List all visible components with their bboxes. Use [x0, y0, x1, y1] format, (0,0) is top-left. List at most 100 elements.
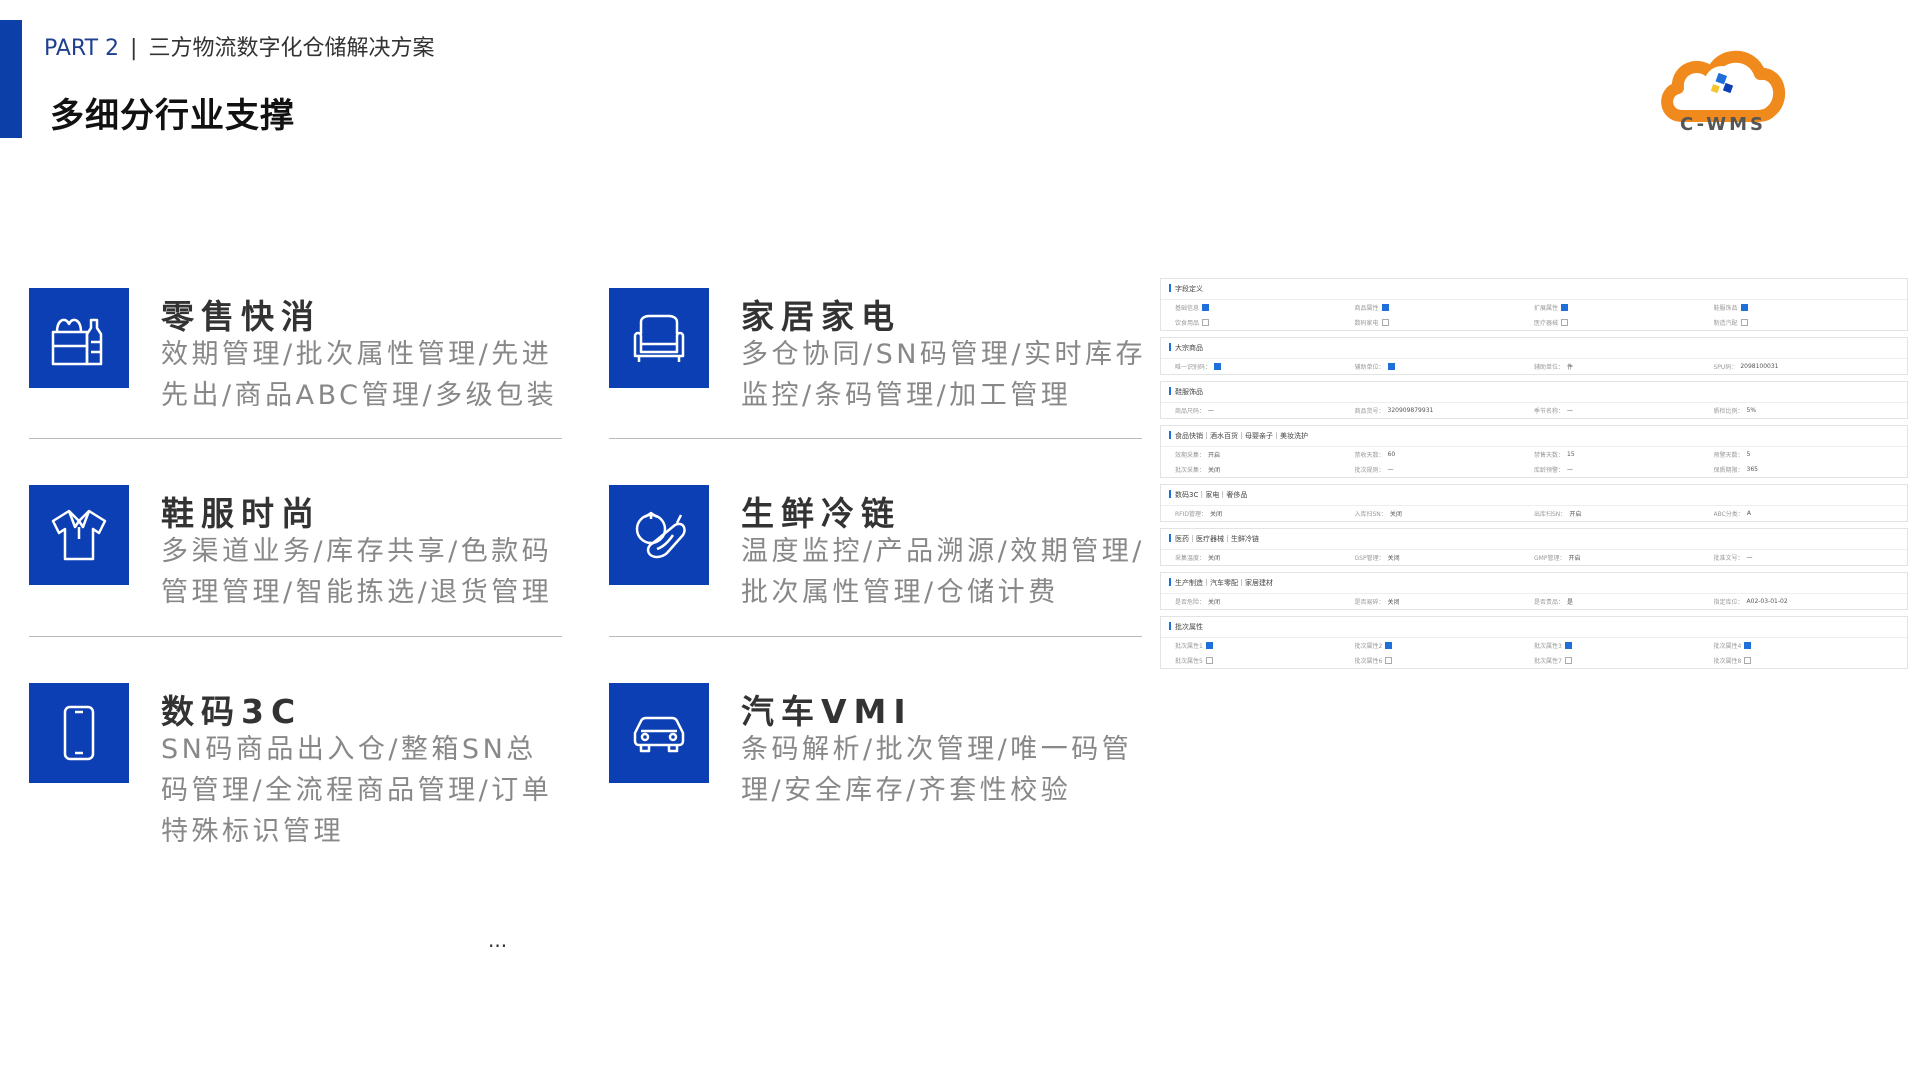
- form-field: 批次属性3: [1534, 641, 1714, 650]
- form-field: 批次属性4: [1714, 641, 1894, 650]
- checkbox[interactable]: [1202, 319, 1210, 326]
- form-field-value: 开启: [1569, 511, 1582, 518]
- form-field-label: 商品尺码：: [1175, 408, 1206, 415]
- form-row: 商品尺码： — 商品货号： 320909879931 季节名称： — 质检比例： 5%: [1161, 403, 1907, 418]
- form-field-label: 禁售天数：: [1534, 452, 1565, 459]
- form-section-title: 医药｜医疗器械｜生鲜冷链: [1161, 529, 1907, 550]
- form-field-value: 是: [1567, 599, 1574, 606]
- form-field-label: 预警天数：: [1713, 452, 1744, 459]
- form-field: RFID管理： 关闭: [1175, 509, 1355, 518]
- form-field: SPU码： 2098100031: [1714, 362, 1894, 371]
- form-field: 批次属性2: [1355, 641, 1535, 650]
- checkbox[interactable]: [1205, 642, 1213, 649]
- checkbox[interactable]: [1564, 642, 1572, 649]
- form-field-value: 关闭: [1208, 467, 1221, 474]
- form-field-value: 320909879931: [1387, 407, 1434, 414]
- checkbox[interactable]: [1385, 642, 1393, 649]
- form-field: 批次属性5: [1175, 656, 1355, 665]
- form-section-title: 大宗商品: [1161, 338, 1907, 359]
- form-field: 商品尺码： —: [1175, 406, 1355, 415]
- form-field-label: 是否贵品：: [1534, 599, 1565, 606]
- smartphone-icon: [29, 683, 129, 783]
- checkbox[interactable]: [1202, 304, 1210, 311]
- form-section: 鞋服饰品 商品尺码： — 商品货号： 320909879931 季节名称： — 质检比例： 5%: [1160, 381, 1908, 419]
- form-section: 数码3C｜家电｜奢侈品 RFID管理： 关闭 入库扫SN： 关闭 出库扫SN： 开启 ABC分…: [1160, 484, 1908, 522]
- checkbox[interactable]: [1381, 319, 1389, 326]
- industry-home-appliance: 家居家电 多仓协同/SN码管理/实时库存监控/条码管理/加工管理: [609, 288, 1149, 428]
- form-field-label: 出库扫SN：: [1534, 511, 1567, 518]
- form-field: 商品属性: [1355, 303, 1535, 312]
- form-field-value: 5%: [1746, 407, 1757, 414]
- form-field-label: 批次属性4: [1713, 643, 1742, 650]
- form-field: 批准文号： —: [1714, 553, 1894, 562]
- form-field: 批次属性6: [1355, 656, 1535, 665]
- form-field-value: 365: [1746, 466, 1758, 473]
- form-field-label: 批次属性2: [1354, 643, 1383, 650]
- form-field: 饮食用品: [1175, 318, 1355, 327]
- form-field: 批次规则： —: [1355, 465, 1535, 474]
- industry-apparel: 鞋服时尚 多渠道业务/库存共享/色款码管理管理/智能拣选/退货管理: [29, 485, 569, 625]
- form-field: 出库扫SN： 开启: [1534, 509, 1714, 518]
- form-field-label: 扩展属性: [1534, 305, 1559, 312]
- checkbox[interactable]: [1561, 319, 1569, 326]
- divider: [29, 636, 562, 637]
- industry-description: SN码商品出入仓/整箱SN总码管理/全流程商品管理/订单特殊标识管理: [161, 734, 553, 847]
- checkbox[interactable]: [1387, 363, 1395, 370]
- form-field-label: 入库扫SN：: [1354, 511, 1387, 518]
- checkbox[interactable]: [1561, 304, 1569, 311]
- form-field-label: 批次采集：: [1175, 467, 1206, 474]
- form-field-value: 关闭: [1208, 599, 1221, 606]
- form-field: 是否危险： 关闭: [1175, 597, 1355, 606]
- checkbox[interactable]: [1214, 363, 1222, 370]
- form-field-label: ABC分类：: [1713, 511, 1744, 518]
- form-field-value: 15: [1567, 451, 1575, 458]
- form-field-value: 开启: [1208, 452, 1221, 459]
- form-field: 商品货号： 320909879931: [1355, 406, 1535, 415]
- form-field: 数码家电: [1355, 318, 1535, 327]
- form-field: GSP管理： 关闭: [1355, 553, 1535, 562]
- form-field-value: —: [1746, 554, 1753, 561]
- form-field-label: 辅助单位：: [1354, 364, 1385, 371]
- checkbox[interactable]: [1385, 657, 1393, 664]
- form-row: 批次属性5 批次属性6 批次属性7 批次属性8: [1161, 653, 1907, 668]
- form-field: 采集温度： 关闭: [1175, 553, 1355, 562]
- form-field-label: 禁收天数：: [1354, 452, 1385, 459]
- checkbox[interactable]: [1205, 657, 1213, 664]
- industry-title: 数码3C: [161, 692, 303, 731]
- checkbox[interactable]: [1381, 304, 1389, 311]
- form-field-label: 辅助单位：: [1534, 364, 1565, 371]
- divider: [29, 438, 562, 439]
- checkbox[interactable]: [1740, 304, 1748, 311]
- industry-digital-3c: 数码3C SN码商品出入仓/整箱SN总码管理/全流程商品管理/订单特殊标识管理: [29, 683, 569, 847]
- industry-title: 汽车VMI: [741, 692, 913, 731]
- form-field-label: 季节名称：: [1534, 408, 1565, 415]
- industry-title: 鞋服时尚: [161, 494, 321, 533]
- form-field-value: 关闭: [1210, 511, 1223, 518]
- form-field-label: 批次属性3: [1534, 643, 1562, 650]
- form-field-label: SPU码：: [1713, 364, 1738, 371]
- form-field-label: 批次规则：: [1354, 467, 1385, 474]
- form-section-title: 鞋服饰品: [1161, 382, 1907, 403]
- form-section: 生产制造｜汽车零配｜家居建材 是否危险： 关闭 是否易碎： 关闭 是否贵品：是指定库位： A…: [1160, 572, 1908, 610]
- form-row: RFID管理： 关闭 入库扫SN： 关闭 出库扫SN： 开启 ABC分类： A: [1161, 506, 1907, 521]
- part-subtitle: 三方物流数字化仓储解决方案: [148, 36, 435, 61]
- shirt-icon: [29, 485, 129, 585]
- checkbox[interactable]: [1564, 657, 1572, 664]
- checkbox[interactable]: [1744, 657, 1752, 664]
- form-field: 库龄预警： —: [1534, 465, 1714, 474]
- industry-description: 效期管理/批次属性管理/先进先出/商品ABC管理/多级包装: [161, 339, 558, 411]
- form-row: 基础信息 商品属性 扩展属性 鞋服饰品: [1161, 300, 1907, 315]
- form-field: 指定库位： A02-03-01-02: [1714, 597, 1894, 606]
- form-field-value: 关闭: [1387, 555, 1400, 562]
- checkbox[interactable]: [1740, 319, 1748, 326]
- form-section: 大宗商品 唯一识别码： 辅助单位： 辅助单位：件 SPU码： 2098100031: [1160, 337, 1908, 375]
- form-row: 批次采集： 关闭 批次规则： — 库龄预警： — 保质期限： 365: [1161, 462, 1907, 477]
- checkbox[interactable]: [1744, 642, 1752, 649]
- industry-description: 条码解析/批次管理/唯一码管理/安全库存/齐套性校验: [741, 734, 1133, 806]
- form-field: 入库扫SN： 关闭: [1355, 509, 1535, 518]
- part-separator: |: [130, 36, 138, 61]
- form-field: 批次属性7: [1534, 656, 1714, 665]
- form-row: 效期采集： 开启 禁收天数： 60 禁售天数： 15 预警天数： 5: [1161, 447, 1907, 462]
- form-field-label: 批次属性5: [1175, 658, 1203, 665]
- form-field-value: 件: [1567, 364, 1574, 371]
